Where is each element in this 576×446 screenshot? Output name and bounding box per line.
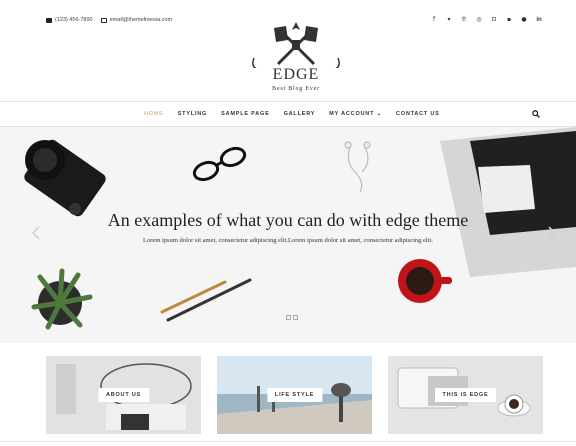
pinterest-icon[interactable]: ℗ bbox=[461, 17, 467, 23]
slider-pagination bbox=[286, 315, 298, 320]
email-info[interactable]: email@themefreesia.com bbox=[100, 17, 173, 23]
phone-icon bbox=[46, 17, 52, 23]
main-nav: HOME STYLING SAMPLE PAGE GALLERY MY ACCO… bbox=[0, 101, 576, 127]
phone-info[interactable]: (123) 456-7890 bbox=[46, 17, 93, 23]
slider-dot[interactable] bbox=[293, 315, 298, 320]
nav-item-styling[interactable]: STYLING bbox=[178, 111, 207, 117]
dribbble-icon[interactable]: ◎ bbox=[476, 17, 482, 23]
flickr-icon[interactable]: ▪ bbox=[506, 17, 512, 23]
promo-life-style[interactable]: LIFE STYLE bbox=[217, 356, 372, 434]
promo-label: THIS IS EDGE bbox=[434, 388, 497, 402]
nav-item-my-account[interactable]: MY ACCOUNT ⌄ bbox=[329, 111, 382, 117]
plant-image bbox=[31, 268, 93, 330]
logo-title: EDGE bbox=[272, 66, 320, 83]
facebook-icon[interactable]: f bbox=[431, 17, 437, 23]
twitter-icon[interactable]: ▾ bbox=[446, 17, 452, 23]
promo-boxes: ABOUT US LIFE STYLE THIS IS EDGE bbox=[0, 356, 576, 436]
promo-this-is-edge[interactable]: THIS IS EDGE bbox=[388, 356, 543, 434]
camera-image bbox=[24, 139, 106, 217]
hero-slider: An examples of what you can do with edge… bbox=[0, 127, 576, 343]
contact-info: (123) 456-7890 email@themefreesia.com bbox=[46, 17, 172, 23]
promo-label: LIFE STYLE bbox=[266, 388, 323, 402]
promo-label: ABOUT US bbox=[97, 388, 150, 402]
linkedin-icon[interactable]: in bbox=[536, 17, 542, 23]
slide-text: Lorem ipsum dolor sit amet, consectetur … bbox=[143, 237, 433, 244]
earphones-image bbox=[344, 141, 371, 193]
logo-tagline: Best Blog Ever bbox=[272, 86, 320, 92]
nav-item-home[interactable]: HOME bbox=[144, 111, 164, 117]
vimeo-icon[interactable]: ● bbox=[521, 17, 527, 23]
mail-icon bbox=[100, 17, 107, 23]
footer-divider bbox=[0, 441, 576, 442]
promo-about-us[interactable]: ABOUT US bbox=[46, 356, 201, 434]
slider-dot[interactable] bbox=[286, 315, 291, 320]
coffee-cup-image bbox=[398, 259, 452, 303]
crossed-flags-icon bbox=[252, 22, 340, 71]
nav-item-gallery[interactable]: GALLERY bbox=[284, 111, 316, 117]
search-icon[interactable] bbox=[532, 110, 540, 118]
nav-item-contact-us[interactable]: CONTACT US bbox=[396, 111, 440, 117]
pencils-image bbox=[160, 278, 252, 322]
slide-title: An examples of what you can do with edge… bbox=[107, 210, 469, 230]
phone-text: (123) 456-7890 bbox=[55, 17, 93, 23]
glasses-image bbox=[192, 146, 247, 182]
instagram-icon[interactable]: ⊡ bbox=[491, 17, 497, 23]
hero-image bbox=[24, 127, 576, 330]
nav-item-sample-page[interactable]: SAMPLE PAGE bbox=[221, 111, 269, 117]
laptop-image bbox=[440, 127, 576, 277]
site-logo[interactable]: EDGE Best Blog Ever bbox=[248, 18, 344, 98]
email-text: email@themefreesia.com bbox=[109, 17, 173, 23]
social-links: f ▾ ℗ ◎ ⊡ ▪ ● in bbox=[431, 17, 542, 24]
